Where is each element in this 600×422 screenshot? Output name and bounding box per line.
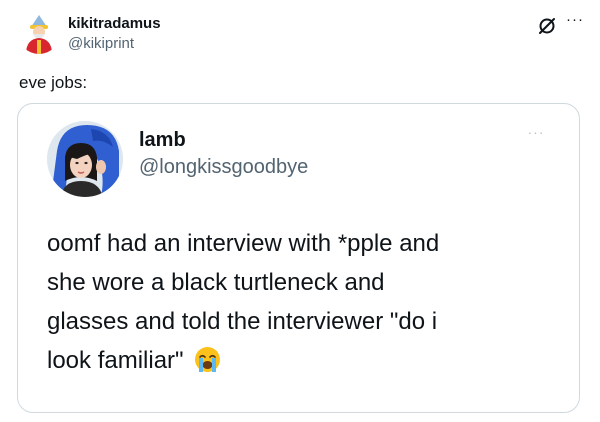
more-options-button[interactable]: ··· bbox=[564, 12, 586, 32]
quoted-text-line: she wore a black turtleneck and bbox=[47, 269, 385, 296]
profile-photo-icon bbox=[47, 121, 123, 197]
loudly-crying-face-icon bbox=[194, 346, 221, 373]
author-avatar[interactable] bbox=[18, 12, 60, 54]
quoted-author-handle[interactable]: @longkissgoodbye bbox=[139, 155, 308, 179]
grok-glyph-icon bbox=[539, 18, 555, 34]
author-handle[interactable]: @kikiprint bbox=[68, 35, 134, 53]
quoted-tweet-text: oomf had an interview with *pple and she… bbox=[47, 224, 557, 380]
quoted-text-line: look familiar" bbox=[47, 347, 184, 374]
quoted-author-avatar[interactable] bbox=[47, 121, 123, 197]
author-name[interactable]: kikitradamus bbox=[68, 15, 161, 33]
grok-icon[interactable] bbox=[537, 16, 557, 36]
quoted-more-options-button[interactable]: ··· bbox=[522, 125, 550, 144]
cartoon-character-icon bbox=[18, 12, 60, 54]
quoted-tweet-card[interactable]: lamb @longkissgoodbye ··· oomf had an in… bbox=[17, 103, 580, 413]
tweet-text: eve jobs: bbox=[19, 73, 88, 92]
quoted-text-line: glasses and told the interviewer "do i bbox=[47, 308, 438, 335]
quoted-text-line-last: look familiar" bbox=[47, 341, 557, 380]
quoted-text-line: oomf had an interview with *pple and bbox=[47, 230, 440, 257]
quoted-author-name[interactable]: lamb bbox=[139, 128, 186, 152]
